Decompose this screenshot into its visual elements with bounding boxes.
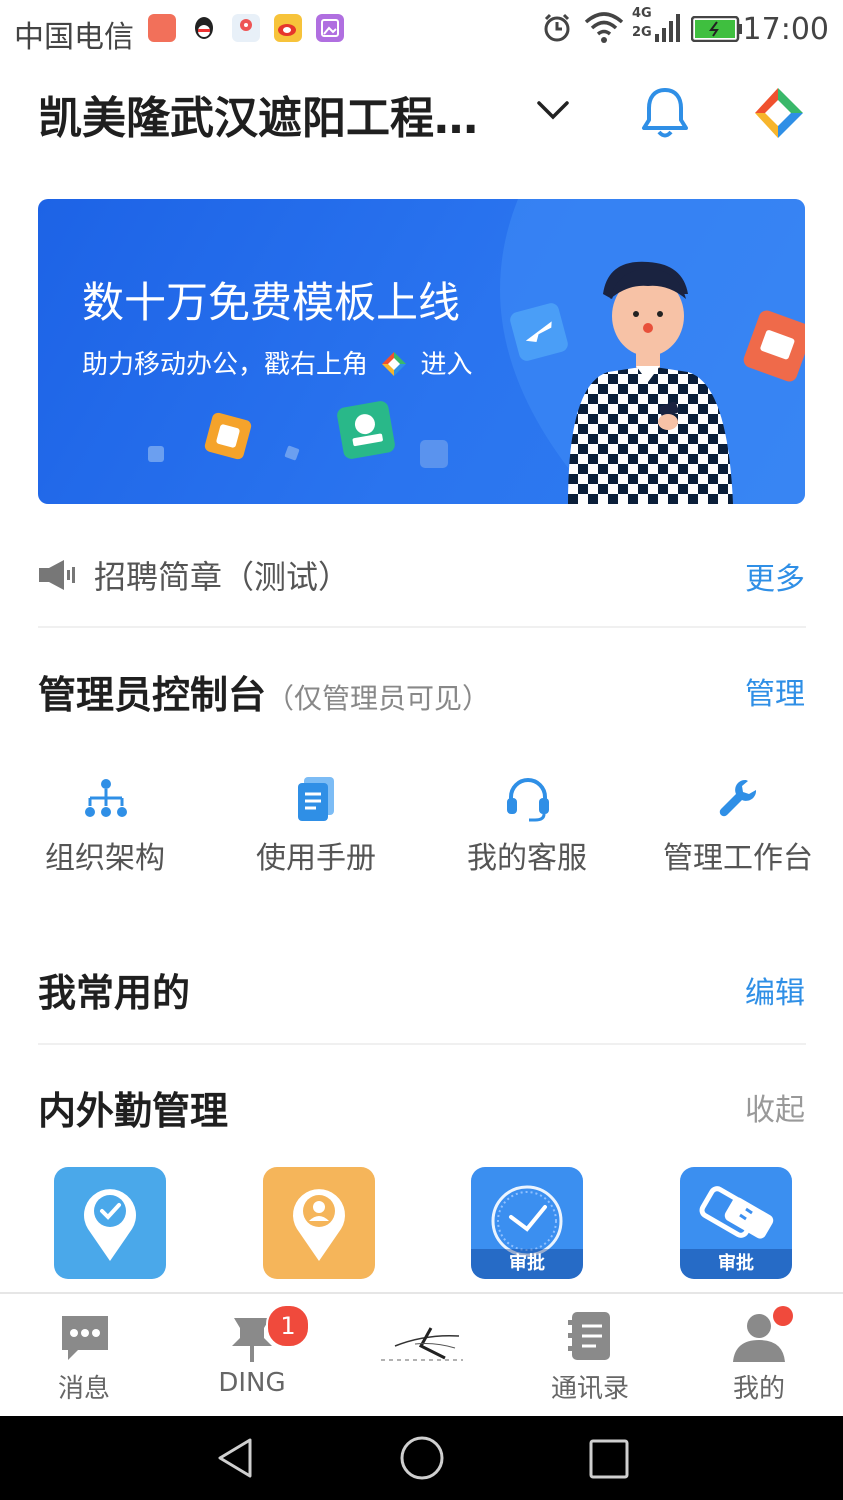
recents-icon[interactable]	[588, 1438, 630, 1480]
admin-console-title-text: 管理员控制台	[38, 673, 267, 717]
chevron-down-icon[interactable]	[536, 98, 570, 122]
system-navigation-bar	[0, 1416, 843, 1500]
tab-label: 通讯录	[550, 1374, 629, 1404]
colorful-star-icon[interactable]	[751, 86, 805, 140]
headset-icon[interactable]	[505, 776, 551, 822]
network-2g-label: 2G	[632, 25, 652, 40]
person-illustration	[568, 261, 733, 504]
banner-title: 数十万免费模板上线	[82, 278, 461, 327]
edit-link[interactable]: 编辑	[745, 968, 805, 1012]
status-bar: 中国电信 4G 2G 17:00	[0, 0, 843, 60]
tab-messages[interactable]: 消息	[0, 1294, 168, 1418]
small-square-decoration	[420, 440, 448, 468]
gallery-icon	[316, 14, 344, 42]
banner-subtitle-post: 进入	[420, 350, 473, 380]
network-4g-label: 4G	[632, 6, 652, 21]
banner-subtitle-pre: 助力移动办公，戳右上角	[82, 350, 369, 380]
clock-time: 17:00	[742, 12, 829, 47]
app-tile-checkin[interactable]	[54, 1167, 166, 1279]
tool-label-manual[interactable]: 使用手册	[211, 833, 421, 877]
promo-banner[interactable]: 数十万免费模板上线 助力移动办公，戳右上角 进入	[38, 199, 805, 504]
unread-dot	[773, 1306, 793, 1326]
tab-label: 我的	[732, 1374, 785, 1404]
admin-only-note: （仅管理员可见）	[266, 682, 491, 715]
back-icon[interactable]	[214, 1436, 256, 1480]
tool-label-workbench[interactable]: 管理工作台	[633, 833, 843, 877]
signal-icon	[655, 14, 680, 42]
attendance-title: 内外勤管理	[38, 1089, 229, 1133]
notice-text[interactable]: 招聘简章（测试）	[94, 552, 350, 598]
contacts-icon	[568, 1312, 610, 1360]
stamp-tile-icon	[335, 399, 397, 461]
banner-subtitle: 助力移动办公，戳右上角 进入	[82, 344, 473, 381]
approval-badge-label: 审批	[680, 1249, 792, 1279]
tab-me[interactable]: 我的	[675, 1294, 843, 1418]
tool-label-service[interactable]: 我的客服	[422, 833, 632, 877]
app-tile-field-work[interactable]	[263, 1167, 375, 1279]
bell-icon[interactable]	[640, 84, 690, 140]
collapse-link[interactable]: 收起	[745, 1085, 805, 1129]
tab-home[interactable]	[337, 1294, 505, 1418]
divider	[38, 1043, 806, 1045]
colorful-star-icon	[382, 352, 407, 376]
app-tile-overtime-approval[interactable]: 审批	[471, 1167, 583, 1279]
health-app-icon	[148, 14, 176, 42]
approval-badge-label: 审批	[471, 1249, 583, 1279]
divider	[38, 626, 806, 628]
manage-link[interactable]: 管理	[745, 669, 805, 713]
location-person-icon	[293, 1189, 345, 1261]
location-check-icon	[84, 1189, 136, 1261]
manual-icon[interactable]	[296, 776, 336, 822]
bottom-tab-bar: 消息 1 DING 通讯录 我的	[0, 1292, 843, 1418]
battery-icon	[691, 16, 742, 42]
carrier-name: 中国电信	[14, 20, 134, 55]
company-logo-icon	[381, 1327, 463, 1361]
wrench-icon[interactable]	[718, 778, 758, 818]
small-square-decoration	[148, 446, 164, 462]
megaphone-icon	[39, 560, 75, 590]
qq-icon	[190, 14, 218, 42]
message-icon	[62, 1316, 108, 1360]
org-chart-icon[interactable]	[84, 778, 128, 820]
tab-label: DING	[218, 1368, 286, 1398]
home-icon[interactable]	[398, 1434, 446, 1482]
more-link[interactable]: 更多	[745, 554, 805, 598]
tool-label-org[interactable]: 组织架构	[0, 833, 210, 877]
tab-label: 消息	[57, 1374, 110, 1404]
org-name[interactable]: 凯美隆武汉遮阳工程有限公司	[38, 82, 498, 146]
wifi-icon	[584, 12, 624, 43]
favorites-title: 我常用的	[38, 971, 191, 1015]
tab-ding[interactable]: 1 DING	[168, 1294, 336, 1418]
weibo-icon	[274, 14, 302, 42]
app-tile-business-approval[interactable]: 审批	[680, 1167, 792, 1279]
alarm-icon	[544, 13, 570, 42]
notification-badge: 1	[266, 1304, 310, 1348]
maps-icon	[232, 14, 260, 42]
admin-console-title: 管理员控制台（仅管理员可见）	[38, 664, 490, 719]
tab-contacts[interactable]: 通讯录	[506, 1294, 674, 1418]
